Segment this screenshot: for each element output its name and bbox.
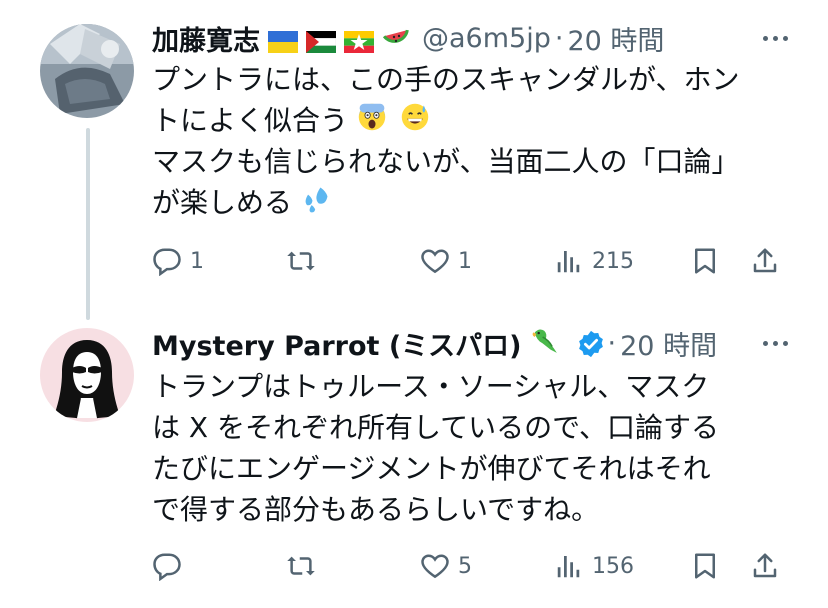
tweet-text: プントラには、この手のスキャンダルが、ホン トによく似合う マスクも信じられない… [152, 59, 788, 223]
myanmar-flag-icon [344, 27, 374, 53]
palestine-flag-icon [306, 27, 336, 53]
retweet-button[interactable] [286, 548, 324, 584]
face-screaming-in-fear-icon [357, 102, 391, 136]
separator-dot: · [554, 22, 564, 54]
bookmark-button[interactable] [690, 243, 720, 279]
tweet-text-line: プントラには、この手のスキャンダルが、ホン [152, 63, 740, 96]
tweet-text-line: マスクも信じられないが、当面二人の「口論」 [152, 145, 740, 178]
tweet-2[interactable]: Mystery Parrot (ミスパロ) · 20 時間 トランプはトゥルース… [0, 300, 828, 608]
parrot-icon [530, 326, 568, 360]
tweet-header: 加藤寛志 @a6m5jp · 20 時間 [152, 19, 788, 58]
handle[interactable]: @a6m5jp [422, 23, 551, 54]
tweet-text-line: で得する部分もあるらしいですね。 [152, 493, 600, 526]
analytics-icon [554, 246, 584, 276]
share-icon [750, 246, 780, 276]
tweet-text-line: トランプはトゥルース・ソーシャル、マスク [152, 370, 710, 403]
tweet-text-line: が楽しめる [152, 182, 788, 223]
like-button[interactable]: 5 [420, 548, 472, 584]
watermelon-icon [382, 23, 412, 53]
more-options-icon[interactable] [763, 325, 788, 361]
tweet-text-line: たびにエンゲージメントが伸びてそれはそれ [152, 452, 711, 485]
bookmark-icon [690, 246, 720, 276]
views-count: 156 [592, 553, 634, 579]
share-button[interactable] [750, 243, 780, 279]
tweet-text: トランプはトゥルース・ソーシャル、マスク は X をそれぞれ所有しているので、口… [152, 366, 788, 530]
timestamp[interactable]: 20 時間 [620, 324, 717, 363]
timestamp[interactable]: 20 時間 [567, 19, 664, 58]
reply-icon [152, 246, 182, 276]
tweet-text-line-content: が楽しめる [152, 186, 293, 219]
share-icon [750, 551, 780, 581]
retweet-button[interactable] [286, 243, 324, 279]
views-button[interactable]: 156 [554, 548, 634, 584]
reply-button[interactable] [152, 548, 190, 584]
grinning-face-with-sweat-icon [400, 102, 434, 136]
tweet-1[interactable]: 加藤寛志 @a6m5jp · 20 時間 プントラには、この手のスキャンダルが、… [0, 0, 828, 300]
verified-badge-icon[interactable] [576, 329, 604, 358]
retweet-icon [286, 551, 316, 581]
tweet-actions: 5 156 [152, 548, 788, 584]
views-button[interactable]: 215 [554, 243, 634, 279]
reply-button[interactable]: 1 [152, 243, 204, 279]
tweet-actions: 1 1 215 [152, 243, 788, 279]
more-options-icon[interactable] [763, 20, 788, 56]
display-name[interactable]: 加藤寛志 [152, 19, 260, 58]
tweet-text-line-content: トによく似合う [152, 104, 349, 137]
ukraine-flag-icon [268, 27, 298, 53]
avatar[interactable] [40, 24, 134, 118]
bookmark-icon [690, 551, 720, 581]
name-emoji-group [268, 23, 412, 53]
display-name[interactable]: Mystery Parrot (ミスパロ) [152, 324, 522, 363]
reply-count: 1 [190, 248, 204, 274]
avatar[interactable] [40, 328, 134, 422]
tweet-text-line: トによく似合う [152, 100, 788, 141]
tweet-text-line: は X をそれぞれ所有しているので、口論する [152, 411, 720, 444]
bookmark-button[interactable] [690, 548, 720, 584]
like-count: 1 [458, 248, 472, 274]
retweet-icon [286, 246, 316, 276]
like-button[interactable]: 1 [420, 243, 472, 279]
heart-icon [420, 246, 450, 276]
name-emoji-group [530, 326, 604, 360]
like-count: 5 [458, 553, 472, 579]
heart-icon [420, 551, 450, 581]
share-button[interactable] [750, 548, 780, 584]
separator-dot: · [607, 327, 617, 359]
tweet-header: Mystery Parrot (ミスパロ) · 20 時間 [152, 324, 788, 363]
reply-icon [152, 551, 182, 581]
views-count: 215 [592, 248, 634, 274]
analytics-icon [554, 551, 584, 581]
sweat-droplets-icon [301, 184, 335, 218]
